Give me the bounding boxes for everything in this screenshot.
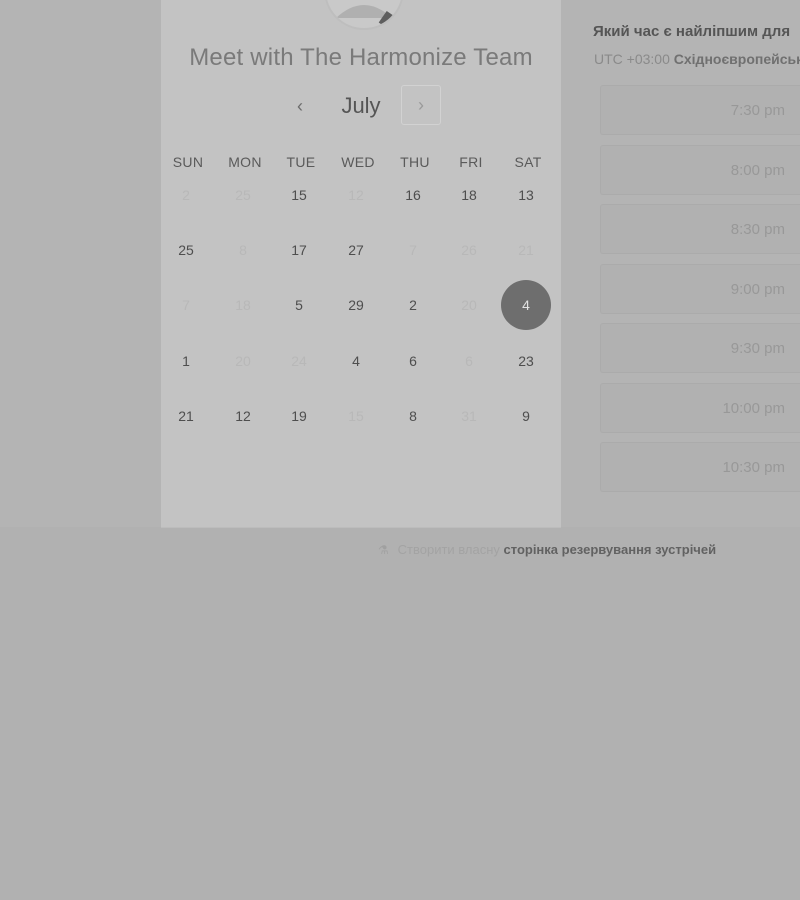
timezone-offset: UTC +03:00	[594, 51, 670, 67]
prev-month-button[interactable]: ‹	[289, 92, 311, 120]
calendar-day[interactable]: 6	[388, 336, 438, 386]
calendar-day: 18	[235, 297, 251, 313]
calendar-day[interactable]: 1	[161, 336, 211, 386]
calendar-day: 12	[348, 187, 364, 203]
time-slot-label: 9:00 pm	[730, 280, 785, 298]
weekday-header: SAT	[514, 154, 542, 170]
calendar-day: 7	[409, 242, 417, 258]
calendar-day: 6	[465, 353, 473, 369]
calendar-day: 15	[348, 408, 364, 424]
time-question: Який час є найліпшим для	[593, 23, 791, 40]
time-slot[interactable]: 8:00 pm	[600, 144, 800, 195]
time-slot[interactable]: 9:00 pm	[600, 263, 800, 314]
weekday-header: SUN	[172, 154, 204, 170]
create-booking-page-link[interactable]: ⚗ Створити власну сторінка резервування …	[378, 542, 716, 557]
calendar-day[interactable]: 15	[274, 170, 324, 220]
weekday-header: FRI	[459, 154, 483, 170]
calendar-day[interactable]: 5	[274, 280, 324, 330]
weekday-header: WED	[341, 154, 375, 170]
weekday-header: TUE	[286, 154, 316, 170]
calendar-day: 25	[235, 187, 251, 203]
calendar-day[interactable]: 25	[161, 225, 211, 275]
timezone-label[interactable]: UTC +03:00 Східноєвропейськ	[594, 51, 800, 67]
time-slot[interactable]: 10:30 pm	[600, 442, 800, 492]
time-slot[interactable]: 7:30 pm	[600, 85, 800, 135]
calendar-day[interactable]: 12	[218, 391, 268, 441]
calendar-day[interactable]: 18	[444, 170, 494, 220]
event-title: Meet with The Harmonize Team	[189, 44, 533, 71]
timezone-name: Східноєвропейськ	[673, 51, 800, 67]
footer-prefix: Створити власну	[397, 542, 500, 557]
calendar-day[interactable]: 17	[274, 225, 324, 275]
calendar-day[interactable]: 9	[501, 391, 551, 441]
calendar-day: 8	[239, 242, 247, 258]
calendar-day[interactable]: 29	[331, 280, 381, 330]
calendar-day: 26	[461, 242, 477, 258]
magic-wand-icon: ⚗	[378, 543, 389, 557]
calendar-day[interactable]: 16	[388, 170, 438, 220]
time-slot-label: 10:00 pm	[722, 399, 785, 417]
calendar-day: 20	[461, 297, 477, 313]
time-slot-label: 10:30 pm	[722, 459, 785, 476]
time-slot[interactable]: 9:30 pm	[600, 323, 800, 373]
calendar-day: 20	[235, 353, 251, 369]
time-slot[interactable]: 8:30 pm	[600, 204, 800, 254]
calendar-day[interactable]: 4	[331, 336, 381, 386]
month-label: July	[341, 93, 381, 118]
calendar-day[interactable]: 19	[274, 391, 324, 441]
selected-day[interactable]: 4	[501, 280, 551, 330]
calendar-day: 24	[291, 353, 307, 369]
calendar-day[interactable]: 8	[388, 391, 438, 441]
weekday-header: THU	[400, 154, 430, 170]
footer-link-text: сторінка резервування зустрічей	[503, 542, 717, 557]
calendar-day[interactable]: 27	[331, 225, 381, 275]
time-slot-label: 7:30 pm	[730, 102, 785, 119]
time-slot-label: 8:30 pm	[730, 221, 785, 238]
calendar-day: 7	[182, 297, 190, 313]
calendar-card: Meet with The Harmonize Team ‹ July › SU…	[161, 0, 561, 528]
weekday-header: MON	[228, 154, 262, 170]
calendar-day[interactable]: 21	[161, 391, 211, 441]
time-slot-label: 8:00 pm	[730, 161, 785, 179]
team-avatar	[324, 0, 404, 30]
calendar-day[interactable]: 13	[501, 170, 551, 220]
time-slot-label: 9:30 pm	[730, 340, 785, 357]
next-month-button[interactable]: ›	[401, 85, 441, 125]
calendar-day: 31	[461, 408, 477, 424]
calendar-day: 21	[518, 242, 534, 258]
calendar-day: 2	[182, 187, 190, 203]
time-slot[interactable]: 10:00 pm	[600, 382, 800, 433]
calendar-day[interactable]: 23	[501, 336, 551, 386]
calendar-day[interactable]: 2	[388, 280, 438, 330]
